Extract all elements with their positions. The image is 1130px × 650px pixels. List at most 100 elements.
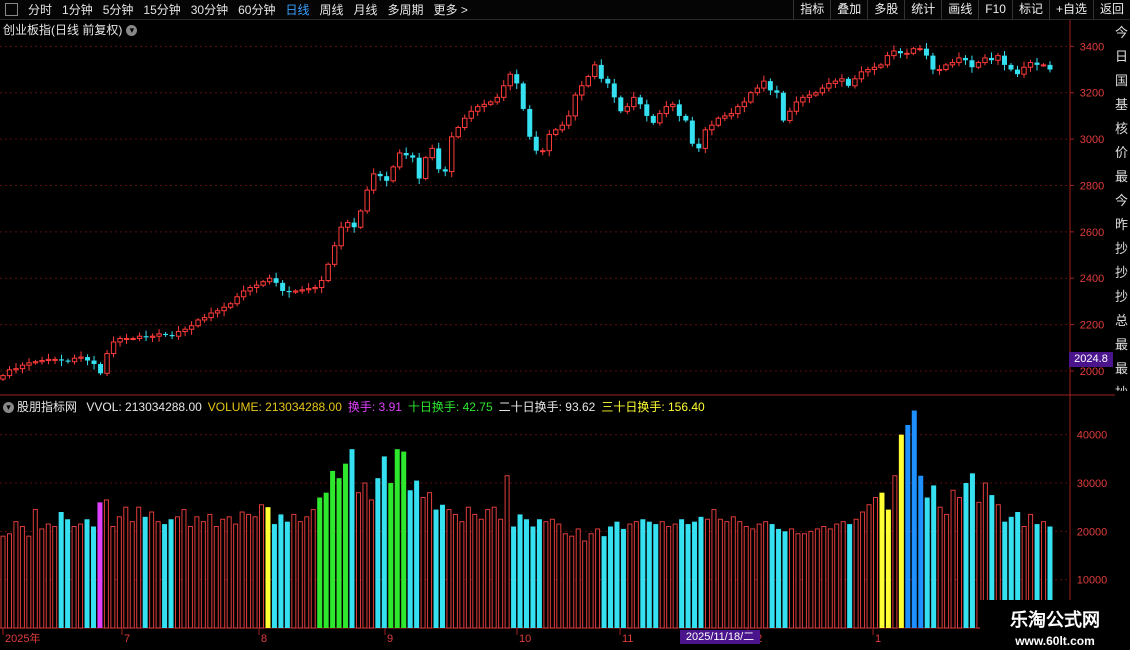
- volume-bar: [226, 516, 232, 629]
- volume-bar: [375, 478, 381, 628]
- price-tick-label: 3200: [1080, 88, 1104, 100]
- volume-bar: [13, 521, 19, 629]
- candle-body: [104, 353, 110, 374]
- candle-body: [878, 64, 884, 68]
- volume-bar: [931, 485, 937, 628]
- price-tick-label: 3000: [1080, 134, 1104, 146]
- volume-bar: [200, 521, 206, 629]
- volume-bar: [957, 497, 963, 629]
- candle-body: [689, 120, 695, 144]
- x-tick-label: 2025年: [5, 631, 40, 645]
- volume-tick-label: 10000: [1077, 575, 1108, 587]
- indicator-value-0: VVOL: 213034288.00: [86, 400, 202, 414]
- volume-bar: [743, 526, 749, 629]
- watermark-title: 乐淘公式网: [1010, 610, 1100, 630]
- candle-body: [188, 325, 195, 330]
- volume-bar: [265, 507, 271, 628]
- volume-bar: [446, 509, 452, 629]
- candle-body: [813, 92, 819, 96]
- candle-body: [696, 143, 702, 149]
- candle-body: [78, 356, 84, 359]
- candle-body: [234, 296, 240, 305]
- volume-bar: [685, 524, 691, 628]
- candle-body: [761, 80, 767, 89]
- candle-body: [370, 173, 377, 191]
- candle-body: [1034, 62, 1040, 65]
- candle-body: [19, 364, 26, 370]
- volume-bar: [52, 526, 58, 629]
- candle-body: [455, 127, 461, 138]
- volume-bar: [407, 490, 413, 628]
- candle-body: [657, 113, 663, 124]
- candle-body: [26, 362, 32, 366]
- x-tick-label: 11: [622, 633, 633, 645]
- candle-body: [175, 331, 182, 337]
- candle-body: [436, 148, 442, 170]
- candle-body: [208, 312, 214, 319]
- candle-body: [897, 50, 903, 54]
- volume-bar: [84, 519, 90, 628]
- candle-body: [0, 375, 6, 380]
- volume-bar: [181, 509, 187, 629]
- candle-body: [410, 155, 416, 158]
- volume-bar: [860, 511, 866, 629]
- candle-body: [331, 245, 338, 265]
- volume-bar: [640, 519, 646, 628]
- volume-bar: [452, 513, 458, 629]
- candle-body: [280, 282, 286, 291]
- volume-bar: [71, 526, 77, 629]
- volume-bar: [873, 497, 878, 629]
- candle-body: [631, 96, 637, 108]
- chart-canvas[interactable]: 2000 2200 2400 2600 2800 3000 3200 3400 10000 200…: [0, 0, 1130, 650]
- candle-body: [553, 129, 559, 135]
- candle-body: [123, 338, 130, 341]
- candle-body: [501, 85, 507, 98]
- volume-bar: [672, 523, 678, 629]
- volume-bar: [530, 526, 536, 628]
- candle-body: [741, 101, 748, 108]
- candle-body: [240, 290, 247, 298]
- volume-bar: [666, 526, 672, 629]
- x-tick-label: 8: [261, 633, 267, 645]
- candle-body: [481, 103, 487, 108]
- volume-bar: [194, 516, 200, 629]
- volume-bar: [504, 475, 510, 629]
- volume-bar: [620, 528, 626, 628]
- volume-bar: [491, 506, 497, 629]
- candle-body: [683, 115, 689, 121]
- volume-bar: [246, 513, 252, 629]
- volume-bar: [653, 524, 659, 628]
- volume-bar: [924, 497, 930, 628]
- candle-body: [546, 133, 552, 152]
- candle-body: [98, 364, 104, 374]
- candle-body: [462, 117, 468, 129]
- volume-bar: [136, 506, 142, 629]
- chevron-down-icon[interactable]: ▾: [3, 402, 14, 414]
- volume-bar: [763, 521, 769, 629]
- volume-bar: [575, 528, 581, 629]
- candle-body: [260, 281, 266, 286]
- volume-bar: [362, 482, 368, 629]
- volume-bar: [149, 511, 155, 629]
- side-panel-char: 国: [1115, 73, 1129, 88]
- candle-body: [559, 124, 565, 131]
- candle-body: [852, 78, 858, 87]
- candle-body: [13, 368, 19, 371]
- volume-bar: [776, 528, 782, 628]
- volume-bar: [6, 533, 12, 629]
- volume-bar: [963, 483, 969, 628]
- candle-body: [266, 277, 273, 283]
- volume-tick-label: 40000: [1077, 430, 1108, 442]
- candle-body: [377, 173, 383, 177]
- candle-body: [722, 115, 728, 119]
- volume-bar: [679, 519, 685, 628]
- candle-body: [910, 48, 917, 54]
- price-tick-label: 2600: [1080, 227, 1104, 239]
- volume-bar: [155, 521, 161, 629]
- volume-bar: [905, 425, 911, 628]
- candle-body: [930, 55, 936, 70]
- volume-bar: [827, 528, 833, 629]
- volume-bar: [698, 516, 704, 628]
- candle-body: [71, 357, 78, 363]
- volume-bar: [724, 521, 730, 629]
